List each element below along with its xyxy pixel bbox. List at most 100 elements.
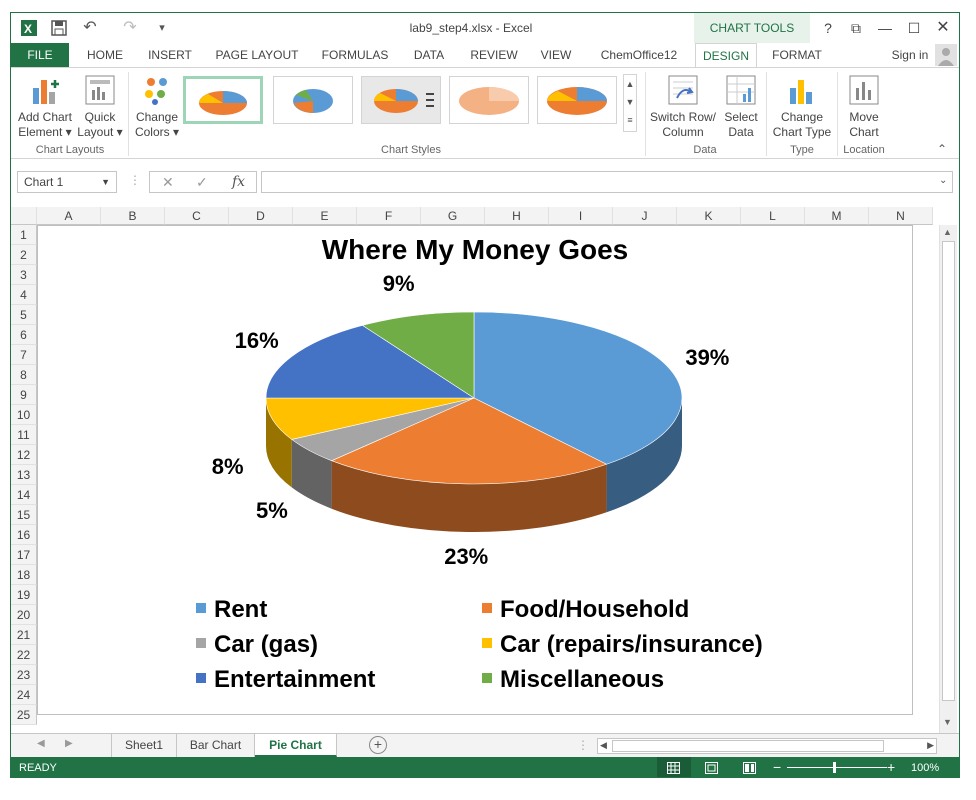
expand-formula-bar-icon[interactable]: ⌄ — [939, 175, 947, 186]
maximize-button[interactable]: ☐ — [900, 18, 928, 38]
column-header[interactable]: E — [293, 207, 357, 225]
insert-function-button[interactable]: fx — [232, 172, 245, 192]
row-header[interactable]: 15 — [11, 505, 37, 525]
change-colors-button[interactable]: Change Colors ▾ — [131, 74, 183, 140]
row-header[interactable]: 24 — [11, 685, 37, 705]
zoom-in-button[interactable]: + — [887, 756, 895, 777]
row-header[interactable]: 25 — [11, 705, 37, 725]
vertical-scrollbar[interactable]: ▲ ▼ — [939, 225, 957, 733]
tab-file[interactable]: FILE — [11, 43, 69, 67]
next-sheet-icon[interactable]: ▶ — [65, 738, 73, 749]
redo-icon[interactable]: ↷ — [117, 17, 143, 39]
row-header[interactable]: 19 — [11, 585, 37, 605]
prev-sheet-icon[interactable]: ◀ — [37, 738, 45, 749]
legend-item[interactable]: Food/Household — [482, 596, 689, 624]
legend-item[interactable]: Rent — [196, 596, 267, 624]
zoom-level[interactable]: 100% — [911, 757, 939, 777]
chart-styles-scroll[interactable]: ▲ ▼ ≡ — [623, 74, 637, 132]
row-header[interactable]: 2 — [11, 245, 37, 265]
collapse-ribbon-icon[interactable]: ⌃ — [937, 142, 947, 156]
row-header[interactable]: 5 — [11, 305, 37, 325]
enter-icon[interactable]: ✓ — [196, 172, 208, 192]
add-chart-element-button[interactable]: Add Chart Element ▾ — [15, 74, 75, 140]
column-header[interactable]: K — [677, 207, 741, 225]
scroll-right-icon[interactable]: ▶ — [927, 740, 934, 751]
help-button[interactable]: ? — [814, 18, 842, 38]
formula-input[interactable] — [261, 171, 953, 193]
data-label[interactable]: 9% — [383, 271, 415, 297]
tab-chemoffice[interactable]: ChemOffice12 — [591, 43, 687, 67]
tab-insert[interactable]: INSERT — [139, 43, 201, 67]
sheet-tab-sheet1[interactable]: Sheet1 — [111, 734, 177, 757]
row-header[interactable]: 14 — [11, 485, 37, 505]
legend-item[interactable]: Miscellaneous — [482, 666, 664, 694]
row-header[interactable]: 6 — [11, 325, 37, 345]
column-header[interactable]: N — [869, 207, 933, 225]
horizontal-scrollbar[interactable]: ◀ ▶ — [597, 738, 937, 754]
column-header[interactable]: B — [101, 207, 165, 225]
row-header[interactable]: 1 — [11, 225, 37, 245]
sheet-tab-bar-chart[interactable]: Bar Chart — [177, 734, 255, 757]
legend-item[interactable]: Car (gas) — [196, 631, 318, 659]
scroll-down-icon[interactable]: ▼ — [943, 717, 952, 727]
column-header[interactable]: I — [549, 207, 613, 225]
column-header[interactable]: F — [357, 207, 421, 225]
row-header[interactable]: 23 — [11, 665, 37, 685]
ribbon-display-options-icon[interactable]: ⧉ — [842, 18, 870, 38]
row-header[interactable]: 16 — [11, 525, 37, 545]
select-all-corner[interactable] — [11, 207, 37, 225]
customize-toolbar-icon[interactable]: ▾ — [155, 17, 169, 39]
switch-row-column-button[interactable]: Switch Row/ Column — [647, 74, 719, 140]
sign-in-link[interactable]: Sign in — [885, 43, 935, 67]
normal-view-button[interactable] — [657, 757, 691, 777]
zoom-slider[interactable] — [787, 767, 887, 768]
scroll-left-icon[interactable]: ◀ — [600, 740, 607, 751]
cancel-icon[interactable]: ✕ — [162, 172, 174, 192]
chart-area[interactable]: Where My Money Goes 39% 23% 5% 8% 16% 9% Rent… — [37, 225, 913, 715]
quick-layout-button[interactable]: Quick Layout ▾ — [77, 74, 123, 140]
row-header[interactable]: 8 — [11, 365, 37, 385]
sheet-tab-pie-chart[interactable]: Pie Chart — [255, 734, 337, 757]
tab-data[interactable]: DATA — [403, 43, 455, 67]
row-header[interactable]: 18 — [11, 565, 37, 585]
tab-design[interactable]: DESIGN — [695, 43, 757, 67]
change-chart-type-button[interactable]: Change Chart Type — [769, 74, 835, 140]
column-header[interactable]: L — [741, 207, 805, 225]
select-data-button[interactable]: Select Data — [719, 74, 763, 140]
column-header[interactable]: G — [421, 207, 485, 225]
data-label[interactable]: 39% — [685, 345, 729, 371]
page-layout-view-icon[interactable] — [705, 762, 718, 774]
tab-review[interactable]: REVIEW — [463, 43, 525, 67]
name-box[interactable]: Chart 1 ▼ — [17, 171, 117, 193]
chevron-down-icon[interactable]: ▼ — [101, 172, 110, 192]
column-header[interactable]: H — [485, 207, 549, 225]
row-header[interactable]: 10 — [11, 405, 37, 425]
data-label[interactable]: 8% — [212, 454, 244, 480]
row-header[interactable]: 9 — [11, 385, 37, 405]
row-header[interactable]: 20 — [11, 605, 37, 625]
user-avatar-icon[interactable] — [935, 44, 957, 66]
tab-formulas[interactable]: FORMULAS — [315, 43, 395, 67]
pie-chart[interactable] — [38, 226, 912, 716]
undo-icon[interactable]: ↶ — [77, 17, 103, 39]
legend-item[interactable]: Entertainment — [196, 666, 375, 694]
data-label[interactable]: 23% — [444, 544, 488, 570]
row-header[interactable]: 3 — [11, 265, 37, 285]
page-break-view-icon[interactable] — [743, 762, 756, 774]
horizontal-scroll-thumb[interactable] — [612, 740, 884, 752]
column-header[interactable]: M — [805, 207, 869, 225]
chart-style-4[interactable] — [449, 76, 529, 124]
close-button[interactable]: ✕ — [929, 18, 957, 38]
column-header[interactable]: D — [229, 207, 293, 225]
save-icon[interactable] — [51, 20, 67, 36]
data-label[interactable]: 16% — [235, 328, 279, 354]
column-header[interactable]: J — [613, 207, 677, 225]
row-header[interactable]: 7 — [11, 345, 37, 365]
tab-page-layout[interactable]: PAGE LAYOUT — [209, 43, 305, 67]
tab-split-grip-icon[interactable]: ⋮ — [577, 738, 589, 752]
tab-format[interactable]: FORMAT — [759, 43, 835, 67]
scroll-up-icon[interactable]: ▲ — [943, 227, 952, 237]
row-header[interactable]: 13 — [11, 465, 37, 485]
chart-style-2[interactable] — [273, 76, 353, 124]
minimize-button[interactable]: — — [871, 18, 899, 38]
